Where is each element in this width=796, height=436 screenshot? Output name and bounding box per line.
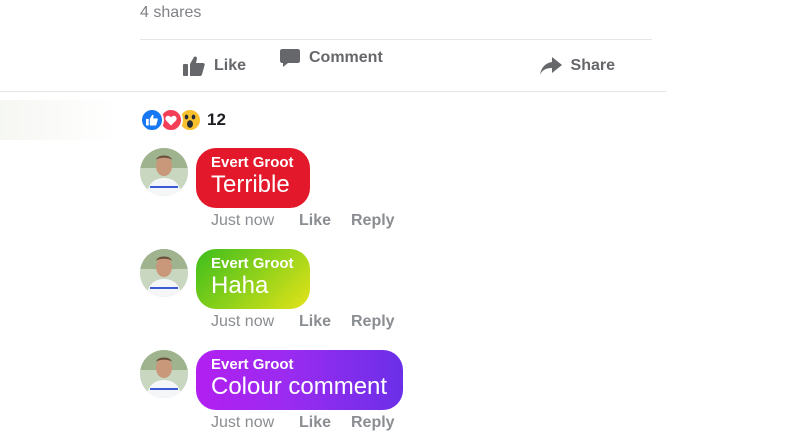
comment-time[interactable]: Just now bbox=[211, 414, 299, 432]
comment-button[interactable]: Comment bbox=[280, 48, 383, 68]
comment-bubble[interactable]: Evert Groot Terrible bbox=[196, 148, 310, 208]
comment-author[interactable]: Evert Groot bbox=[211, 255, 294, 272]
comment-reply-button[interactable]: Reply bbox=[351, 414, 395, 432]
comment-author[interactable]: Evert Groot bbox=[211, 356, 387, 373]
thumbs-up-icon bbox=[183, 56, 205, 76]
share-arrow-icon bbox=[539, 57, 562, 75]
comment-text: Haha bbox=[211, 272, 269, 299]
comment-time[interactable]: Just now bbox=[211, 313, 299, 331]
action-bar: Like Comment Share bbox=[140, 48, 652, 84]
comment-item: Evert Groot Haha bbox=[140, 249, 310, 309]
reactions-count: 12 bbox=[207, 110, 226, 129]
shares-count[interactable]: 4 shares bbox=[140, 4, 201, 22]
avatar[interactable] bbox=[140, 249, 188, 297]
like-label: Like bbox=[214, 57, 247, 74]
comment-bubble[interactable]: Evert Groot Haha bbox=[196, 249, 310, 309]
comment-bubble[interactable]: Evert Groot Colour comment bbox=[196, 350, 404, 410]
reactions-summary[interactable]: 12 bbox=[140, 108, 226, 132]
share-label: Share bbox=[570, 57, 615, 74]
comment-like-button[interactable]: Like bbox=[299, 414, 351, 432]
like-reaction-icon bbox=[140, 108, 164, 132]
comment-icon bbox=[280, 49, 300, 67]
comment-reply-button[interactable]: Reply bbox=[351, 313, 395, 331]
post-footer: 4 shares Like Comment Share 12 Evert Gro… bbox=[0, 0, 796, 436]
comment-meta: Just now Like Reply bbox=[211, 212, 395, 230]
comment-like-button[interactable]: Like bbox=[299, 313, 351, 331]
like-button[interactable]: Like bbox=[183, 48, 246, 84]
comment-like-button[interactable]: Like bbox=[299, 212, 351, 230]
comment-time[interactable]: Just now bbox=[211, 212, 299, 230]
comment-meta: Just now Like Reply bbox=[211, 313, 395, 331]
divider bbox=[0, 91, 666, 92]
comment-meta: Just now Like Reply bbox=[211, 414, 395, 432]
comment-text: Terrible bbox=[211, 171, 290, 198]
comment-item: Evert Groot Terrible bbox=[140, 148, 310, 208]
avatar[interactable] bbox=[140, 350, 188, 398]
comment-author[interactable]: Evert Groot bbox=[211, 154, 294, 171]
comment-item: Evert Groot Colour comment bbox=[140, 350, 404, 410]
avatar[interactable] bbox=[140, 148, 188, 196]
comment-text: Colour comment bbox=[211, 373, 388, 400]
background-blur bbox=[0, 100, 120, 140]
comment-label: Comment bbox=[309, 49, 383, 66]
share-button[interactable]: Share bbox=[539, 48, 615, 84]
divider bbox=[140, 39, 652, 40]
comment-reply-button[interactable]: Reply bbox=[351, 212, 395, 230]
